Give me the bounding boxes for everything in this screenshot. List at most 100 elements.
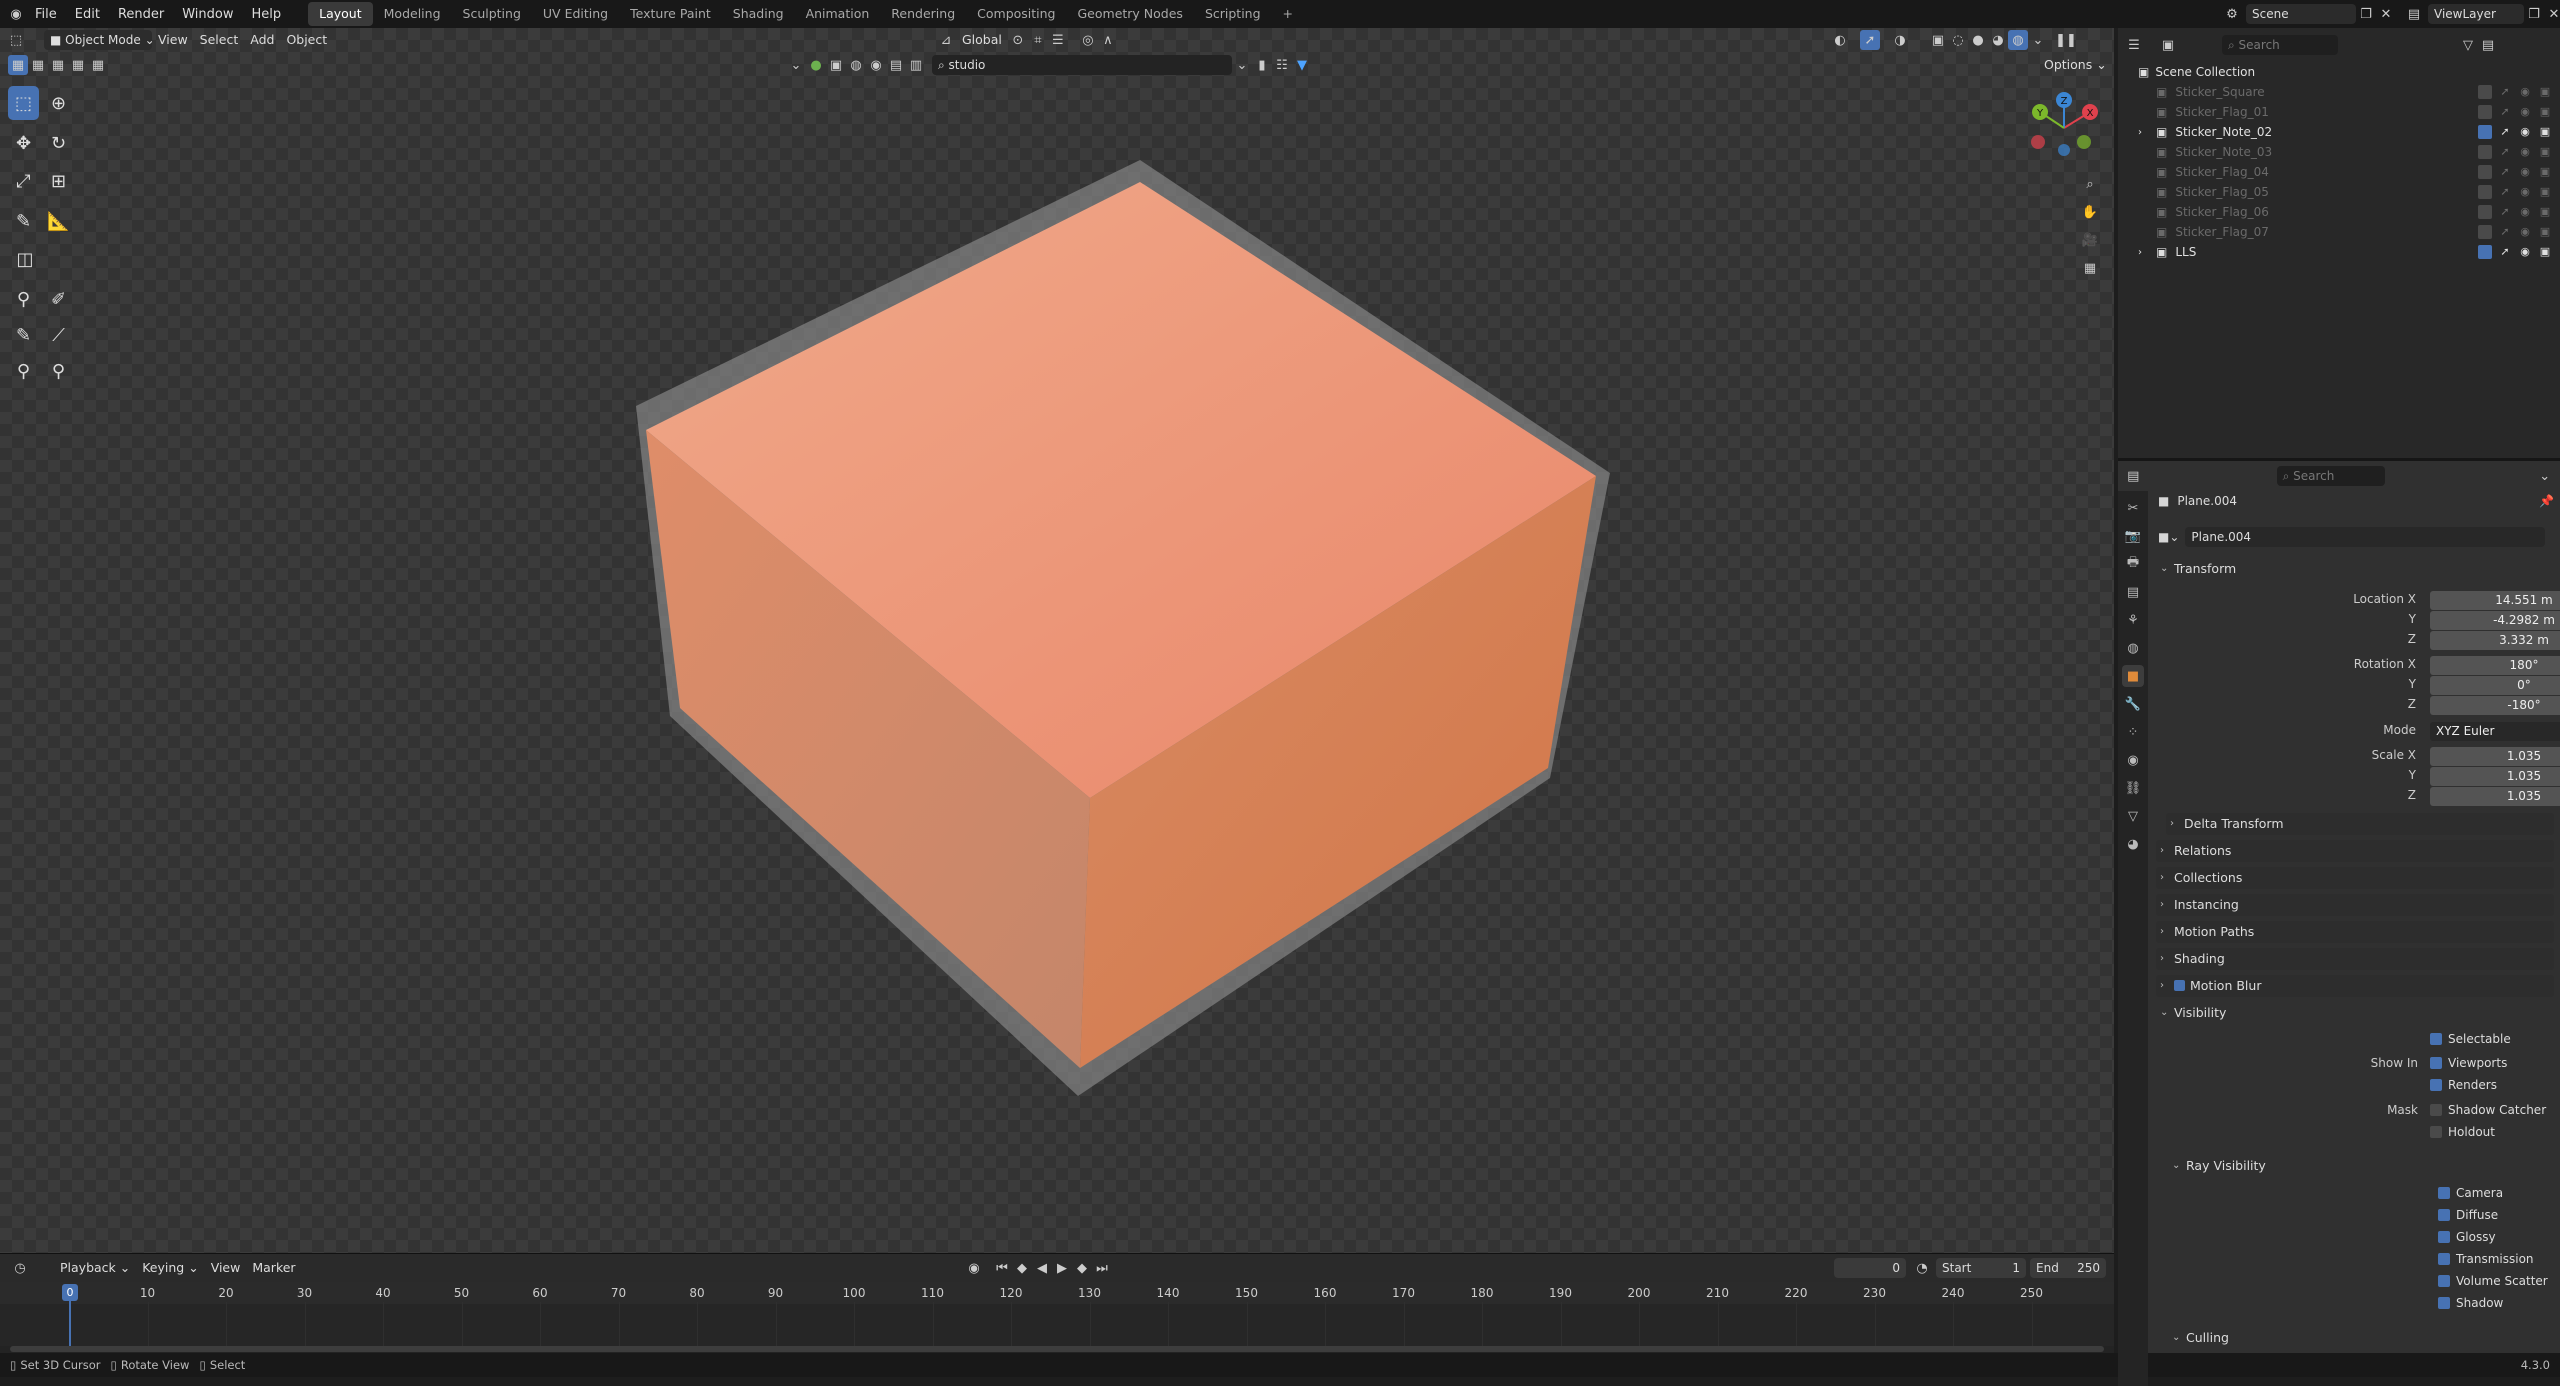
camera-icon[interactable]: ▣ bbox=[2538, 85, 2552, 99]
ray-visibility-item[interactable]: Shadow bbox=[2438, 1296, 2503, 1310]
datablock-name-field[interactable]: Plane.004 bbox=[2185, 527, 2546, 547]
panel-motion-blur[interactable]: › Motion Blur bbox=[2156, 975, 2554, 997]
location-z-field[interactable]: 3.332 m bbox=[2430, 631, 2560, 650]
select-arrow-icon[interactable]: ➚ bbox=[2498, 165, 2512, 179]
material-tab-icon[interactable]: ◕ bbox=[2122, 833, 2144, 855]
neg-y-axis-handle[interactable] bbox=[2077, 135, 2091, 149]
tab-scripting[interactable]: Scripting bbox=[1194, 2, 1272, 26]
ray-visibility-checkbox[interactable] bbox=[2438, 1209, 2450, 1221]
play-icon[interactable]: ▶ bbox=[1052, 1258, 1072, 1278]
panel-relations[interactable]: › Relations bbox=[2156, 840, 2554, 862]
exclude-checkbox[interactable] bbox=[2478, 125, 2492, 139]
outliner-scene-collection[interactable]: ▣ Scene Collection bbox=[2118, 62, 2560, 82]
tab-animation[interactable]: Animation bbox=[795, 2, 881, 26]
outliner-item[interactable]: ▣ Sticker_Flag_01 ➚ ◉ ▣ bbox=[2118, 102, 2560, 122]
eye-icon[interactable]: ◉ bbox=[2518, 85, 2532, 99]
view-layer-tab-icon[interactable]: ▤ bbox=[2122, 581, 2144, 603]
playhead-label[interactable]: 0 bbox=[62, 1284, 78, 1301]
eye-icon[interactable]: ◉ bbox=[2518, 145, 2532, 159]
menu-timeline-view[interactable]: View bbox=[205, 1258, 247, 1278]
menu-marker[interactable]: Marker bbox=[246, 1258, 301, 1278]
chevron-down-icon[interactable]: ⌄ bbox=[2535, 466, 2554, 486]
select-arrow-icon[interactable]: ➚ bbox=[2498, 245, 2512, 259]
render-tab-icon[interactable]: 📷 bbox=[2122, 525, 2144, 547]
jump-end-icon[interactable]: ⏭ bbox=[1092, 1258, 1112, 1278]
filter-icon[interactable]: ▽ bbox=[2458, 35, 2478, 55]
eye-icon[interactable]: ◉ bbox=[2518, 125, 2532, 139]
ray-visibility-checkbox[interactable] bbox=[2438, 1253, 2450, 1265]
rotation-x-field[interactable]: 180° bbox=[2430, 656, 2560, 675]
timeline-editor-icon[interactable]: ◷ bbox=[10, 1258, 30, 1278]
output-tab-icon[interactable]: 🖶 bbox=[2122, 553, 2144, 575]
object-tab-icon[interactable]: ■ bbox=[2122, 665, 2144, 687]
menu-keying[interactable]: Keying ⌄ bbox=[136, 1258, 204, 1278]
renders-row[interactable]: Renders bbox=[2430, 1078, 2497, 1092]
select-arrow-icon[interactable]: ➚ bbox=[2498, 85, 2512, 99]
tool-tab-icon[interactable]: ✂ bbox=[2122, 497, 2144, 519]
pin-icon[interactable]: 📌 bbox=[2539, 494, 2554, 508]
auto-key-icon[interactable]: ◉ bbox=[964, 1258, 984, 1278]
constraints-tab-icon[interactable]: ⛓ bbox=[2122, 777, 2144, 799]
camera-icon[interactable]: ▣ bbox=[2538, 185, 2552, 199]
next-key-icon[interactable]: ◆ bbox=[1072, 1258, 1092, 1278]
ray-visibility-checkbox[interactable] bbox=[2438, 1275, 2450, 1287]
exclude-checkbox[interactable] bbox=[2478, 205, 2492, 219]
scale-x-field[interactable]: 1.035 bbox=[2430, 747, 2560, 766]
panel-transform[interactable]: ⌄ Transform bbox=[2156, 558, 2554, 580]
neg-x-axis-handle[interactable] bbox=[2031, 135, 2045, 149]
select-arrow-icon[interactable]: ➚ bbox=[2498, 145, 2512, 159]
motion-blur-checkbox[interactable] bbox=[2174, 980, 2185, 991]
rotation-mode-select[interactable]: XYZ Euler⌄ bbox=[2430, 722, 2560, 741]
menu-help[interactable]: Help bbox=[243, 7, 291, 22]
selectable-row[interactable]: Selectable bbox=[2430, 1032, 2511, 1046]
tab-uv-editing[interactable]: UV Editing bbox=[532, 2, 619, 26]
eye-icon[interactable]: ◉ bbox=[2518, 105, 2532, 119]
exclude-checkbox[interactable] bbox=[2478, 225, 2492, 239]
playhead-line[interactable] bbox=[69, 1301, 71, 1347]
properties-editor-icon[interactable]: ▤ bbox=[2124, 466, 2143, 486]
prev-key-icon[interactable]: ◆ bbox=[1012, 1258, 1032, 1278]
camera-icon[interactable]: ▣ bbox=[2538, 225, 2552, 239]
ray-visibility-item[interactable]: Volume Scatter bbox=[2438, 1274, 2548, 1288]
shadow-catcher-row[interactable]: Shadow Catcher bbox=[2430, 1103, 2546, 1117]
exclude-checkbox[interactable] bbox=[2478, 145, 2492, 159]
select-arrow-icon[interactable]: ➚ bbox=[2498, 185, 2512, 199]
current-frame-field[interactable]: 0 bbox=[1834, 1258, 1906, 1278]
menu-file[interactable]: File bbox=[26, 7, 66, 22]
axis-gizmo[interactable]: X Z Y bbox=[2024, 88, 2104, 168]
scene-selector[interactable]: Scene bbox=[2246, 4, 2356, 24]
panel-motion-paths[interactable]: › Motion Paths bbox=[2156, 921, 2554, 943]
delete-view-layer-icon[interactable]: ✕ bbox=[2544, 4, 2560, 24]
jump-start-icon[interactable]: ⏮ bbox=[992, 1258, 1012, 1278]
exclude-checkbox[interactable] bbox=[2478, 85, 2492, 99]
display-mode-icon[interactable]: ▣ bbox=[2158, 35, 2178, 55]
ray-visibility-item[interactable]: Glossy bbox=[2438, 1230, 2496, 1244]
select-arrow-icon[interactable]: ➚ bbox=[2498, 105, 2512, 119]
tab-shading[interactable]: Shading bbox=[722, 2, 795, 26]
play-reverse-icon[interactable]: ◀ bbox=[1032, 1258, 1052, 1278]
camera-icon[interactable]: ▣ bbox=[2538, 125, 2552, 139]
new-view-layer-icon[interactable]: ❐ bbox=[2524, 4, 2544, 24]
data-tab-icon[interactable]: ▽ bbox=[2122, 805, 2144, 827]
camera-icon[interactable]: ▣ bbox=[2538, 245, 2552, 259]
ray-visibility-checkbox[interactable] bbox=[2438, 1187, 2450, 1199]
select-arrow-icon[interactable]: ➚ bbox=[2498, 225, 2512, 239]
eye-icon[interactable]: ◉ bbox=[2518, 245, 2532, 259]
renders-checkbox[interactable] bbox=[2430, 1079, 2442, 1091]
panel-instancing[interactable]: › Instancing bbox=[2156, 894, 2554, 916]
camera-icon[interactable]: ▣ bbox=[2538, 205, 2552, 219]
outliner-item[interactable]: ▣ Sticker_Square ➚ ◉ ▣ bbox=[2118, 82, 2560, 102]
pan-hand-icon[interactable]: ✋ bbox=[2080, 202, 2100, 222]
expand-arrow-icon[interactable]: › bbox=[2138, 247, 2142, 258]
end-frame-field[interactable]: End 250 bbox=[2030, 1258, 2106, 1278]
eye-icon[interactable]: ◉ bbox=[2518, 205, 2532, 219]
exclude-checkbox[interactable] bbox=[2478, 105, 2492, 119]
eye-icon[interactable]: ◉ bbox=[2518, 225, 2532, 239]
object-data-icon[interactable]: ■⌄ bbox=[2158, 530, 2179, 544]
start-frame-field[interactable]: Start 1 bbox=[1936, 1258, 2026, 1278]
ray-visibility-item[interactable]: Diffuse bbox=[2438, 1208, 2498, 1222]
panel-collections[interactable]: › Collections bbox=[2156, 867, 2554, 889]
navigation-gizmo[interactable]: X Z Y bbox=[2024, 88, 2104, 188]
outliner-item[interactable]: ▣ Sticker_Note_03 ➚ ◉ ▣ bbox=[2118, 142, 2560, 162]
eye-icon[interactable]: ◉ bbox=[2518, 185, 2532, 199]
